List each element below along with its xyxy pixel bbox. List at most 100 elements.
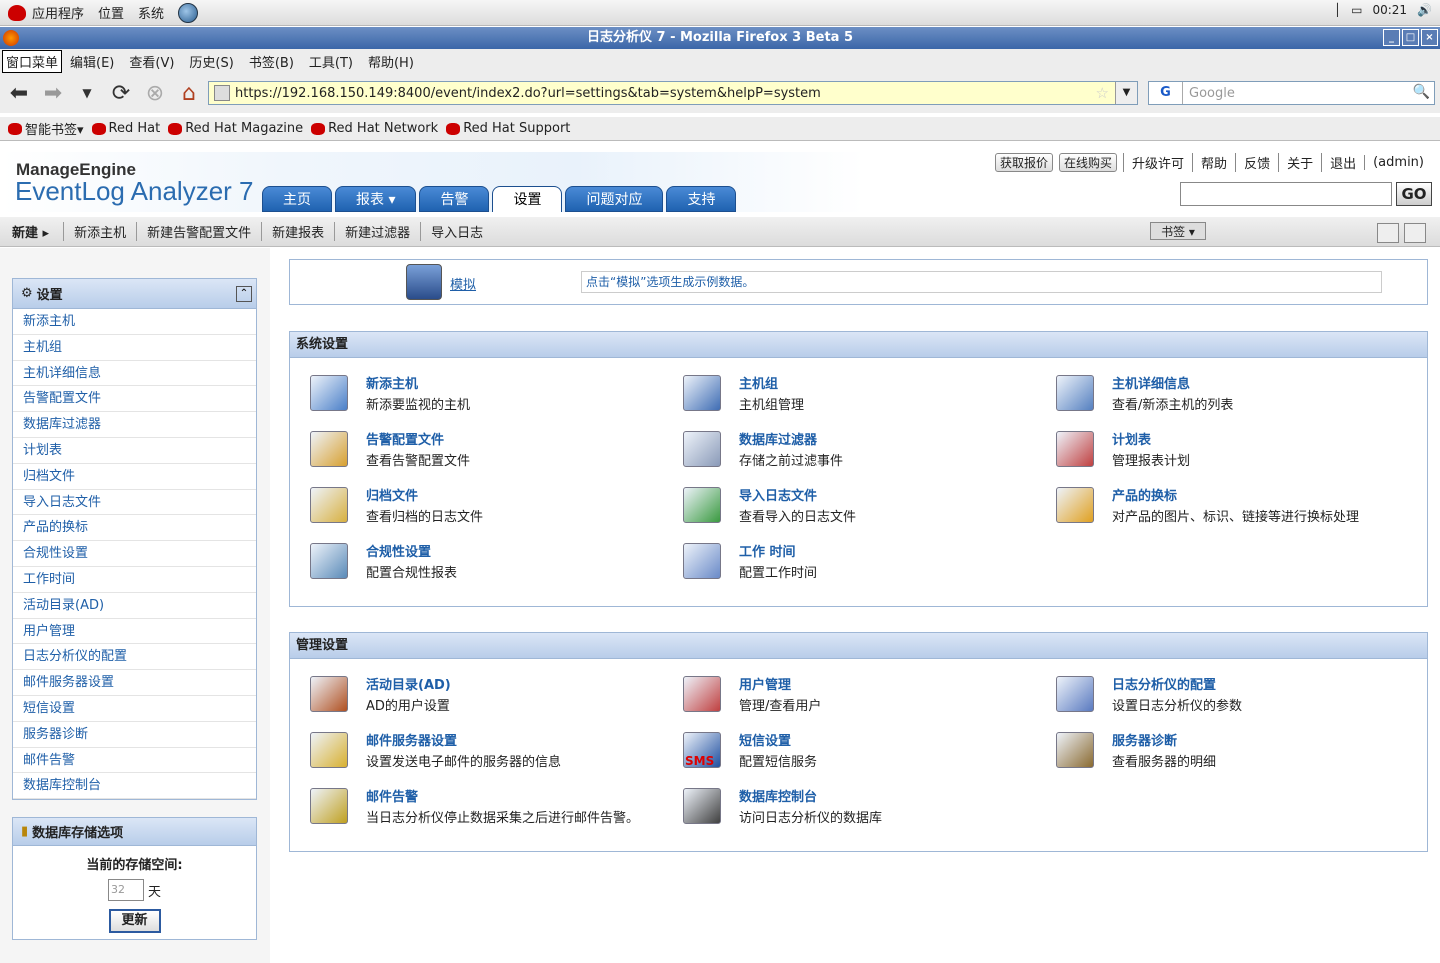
item-title[interactable]: 邮件告警 <box>366 786 639 805</box>
system_settings-item-5[interactable]: 计划表 管理报表计划 <box>1054 429 1414 473</box>
admin_settings-item-2[interactable]: 日志分析仪的配置 设置日志分析仪的参数 <box>1054 674 1414 718</box>
tab-3[interactable]: 设置 <box>492 186 563 212</box>
item-title[interactable]: 产品的换标 <box>1112 485 1359 504</box>
sidebar-item-13[interactable]: 日志分析仪的配置 <box>13 644 256 671</box>
bookmark-1[interactable]: Red Hat <box>91 121 160 136</box>
simulate-icon[interactable] <box>406 264 442 300</box>
stop-icon[interactable]: ⊗ <box>140 78 170 108</box>
system_settings-item-9[interactable]: 合规性设置 配置合规性报表 <box>308 541 668 585</box>
item-title[interactable]: 用户管理 <box>739 674 821 693</box>
sidebar-item-14[interactable]: 邮件服务器设置 <box>13 670 256 696</box>
sidebar-item-8[interactable]: 产品的换标 <box>13 515 256 542</box>
go-button[interactable]: GO <box>1396 182 1432 206</box>
sidebar-item-7[interactable]: 导入日志文件 <box>13 490 256 516</box>
item-title[interactable]: 导入日志文件 <box>739 485 856 504</box>
tab-2[interactable]: 告警 <box>419 186 490 212</box>
item-title[interactable]: 数据库过滤器 <box>739 429 843 448</box>
bookmark-0[interactable]: 智能书签▾ <box>8 119 84 138</box>
item-title[interactable]: 归档文件 <box>366 485 483 504</box>
sidebar-item-18[interactable]: 数据库控制台 <box>13 773 256 800</box>
sidebar-item-1[interactable]: 主机组 <box>13 335 256 361</box>
quick-action-1[interactable]: 新建告警配置文件 <box>136 222 261 241</box>
quick-action-2[interactable]: 新建报表 <box>261 222 334 241</box>
admin_settings-item-0[interactable]: 活动目录(AD) AD的用户设置 <box>308 674 668 718</box>
minimize-button[interactable]: _ <box>1383 29 1400 46</box>
system-menu[interactable]: 系统 <box>138 3 164 22</box>
system_settings-item-10[interactable]: 工作 时间 配置工作时间 <box>681 541 1041 585</box>
layout-toggle-icon[interactable] <box>1404 223 1426 243</box>
item-title[interactable]: 告警配置文件 <box>366 429 470 448</box>
admin_settings-item-3[interactable]: 邮件服务器设置 设置发送电子邮件的服务器的信息 <box>308 730 668 774</box>
sidebar-item-12[interactable]: 用户管理 <box>13 619 256 645</box>
window-titlebar[interactable]: 日志分析仪 7 - Mozilla Firefox 3 Beta 5 _ □ × <box>0 27 1440 49</box>
admin_settings-item-1[interactable]: 用户管理 管理/查看用户 <box>681 674 1041 718</box>
url-dropdown-icon[interactable]: ▼ <box>1115 82 1137 104</box>
header-link-5[interactable]: (admin) <box>1364 155 1432 170</box>
back-icon[interactable]: ⬅ <box>4 78 34 108</box>
new-menu[interactable]: 新建 ▸ <box>12 222 49 241</box>
home-icon[interactable]: ⌂ <box>174 78 204 108</box>
clock[interactable]: 00:21 <box>1372 3 1407 17</box>
search-icon[interactable]: 🔍 <box>1413 84 1430 100</box>
history-dropdown-icon[interactable]: ▼ <box>72 78 102 108</box>
sidebar-item-11[interactable]: 活动目录(AD) <box>13 593 256 619</box>
menu-item-5[interactable]: 工具(T) <box>309 52 353 71</box>
menu-item-6[interactable]: 帮助(H) <box>368 52 414 71</box>
network-icon[interactable]: ▭ <box>1351 3 1362 17</box>
quick-action-3[interactable]: 新建过滤器 <box>334 222 420 241</box>
bookmark-star-icon[interactable]: ☆ <box>1096 84 1109 102</box>
reload-icon[interactable]: ⟳ <box>106 78 136 108</box>
item-title[interactable]: 主机详细信息 <box>1112 373 1233 392</box>
menu-item-4[interactable]: 书签(B) <box>249 52 294 71</box>
header-link-4[interactable]: 退出 <box>1321 153 1364 172</box>
system_settings-item-0[interactable]: 新添主机 新添要监视的主机 <box>308 373 668 417</box>
menu-item-2[interactable]: 查看(V) <box>129 52 174 71</box>
header-link-0[interactable]: 升级许可 <box>1123 153 1192 172</box>
item-title[interactable]: 工作 时间 <box>739 541 817 560</box>
sidebar-item-5[interactable]: 计划表 <box>13 438 256 464</box>
bookmark-dropdown[interactable]: 书签 ▾ <box>1150 222 1206 240</box>
admin_settings-item-7[interactable]: 数据库控制台 访问日志分析仪的数据库 <box>681 786 1041 830</box>
volume-icon[interactable]: 🔊 <box>1417 3 1432 17</box>
tab-1[interactable]: 报表 ▾ <box>335 186 417 212</box>
item-title[interactable]: 日志分析仪的配置 <box>1112 674 1242 693</box>
admin_settings-item-5[interactable]: 服务器诊断 查看服务器的明细 <box>1054 730 1414 774</box>
sidebar-item-6[interactable]: 归档文件 <box>13 464 256 490</box>
close-button[interactable]: × <box>1421 29 1438 46</box>
site-identity-icon[interactable] <box>214 85 230 101</box>
system_settings-item-6[interactable]: 归档文件 查看归档的日志文件 <box>308 485 668 529</box>
header-link-2[interactable]: 反馈 <box>1235 153 1278 172</box>
maximize-button[interactable]: □ <box>1402 29 1419 46</box>
storage-days-input[interactable]: 32 <box>107 879 144 901</box>
sidebar-item-0[interactable]: 新添主机 <box>13 309 256 335</box>
quick-action-0[interactable]: 新添主机 <box>63 222 136 241</box>
tab-0[interactable]: 主页 <box>262 186 332 212</box>
sidebar-item-3[interactable]: 告警配置文件 <box>13 386 256 413</box>
bookmark-3[interactable]: Red Hat Network <box>311 121 438 136</box>
get-quote-button[interactable]: 获取报价 <box>995 153 1054 172</box>
admin_settings-item-6[interactable]: 邮件告警 当日志分析仪停止数据采集之后进行邮件告警。 <box>308 786 668 830</box>
collapse-icon[interactable]: ⌃ <box>236 285 252 302</box>
item-title[interactable]: 新添主机 <box>366 373 470 392</box>
sidebar-item-10[interactable]: 工作时间 <box>13 567 256 593</box>
forward-icon[interactable]: ➡ <box>38 78 68 108</box>
bookmark-2[interactable]: Red Hat Magazine <box>168 121 303 136</box>
menu-item-3[interactable]: 历史(S) <box>189 52 233 71</box>
system_settings-item-4[interactable]: 数据库过滤器 存储之前过滤事件 <box>681 429 1041 473</box>
buy-online-button[interactable]: 在线购买 <box>1059 153 1118 172</box>
item-title[interactable]: 合规性设置 <box>366 541 457 560</box>
sidebar-item-15[interactable]: 短信设置 <box>13 696 256 722</box>
sidebar-item-2[interactable]: 主机详细信息 <box>13 361 256 387</box>
sidebar-item-16[interactable]: 服务器诊断 <box>13 722 256 748</box>
update-button[interactable]: 更新 <box>108 909 161 933</box>
menu-item-0[interactable]: 窗口菜单 <box>2 49 63 73</box>
item-title[interactable]: 主机组 <box>739 373 804 392</box>
simulate-link[interactable]: 模拟 <box>450 274 476 293</box>
bookmark-4[interactable]: Red Hat Support <box>446 121 570 136</box>
system_settings-item-1[interactable]: 主机组 主机组管理 <box>681 373 1041 417</box>
item-title[interactable]: 邮件服务器设置 <box>366 730 561 749</box>
monitor-view-icon[interactable] <box>1377 223 1399 243</box>
item-title[interactable]: 计划表 <box>1112 429 1190 448</box>
item-title[interactable]: 服务器诊断 <box>1112 730 1216 749</box>
sidebar-item-9[interactable]: 合规性设置 <box>13 541 256 567</box>
